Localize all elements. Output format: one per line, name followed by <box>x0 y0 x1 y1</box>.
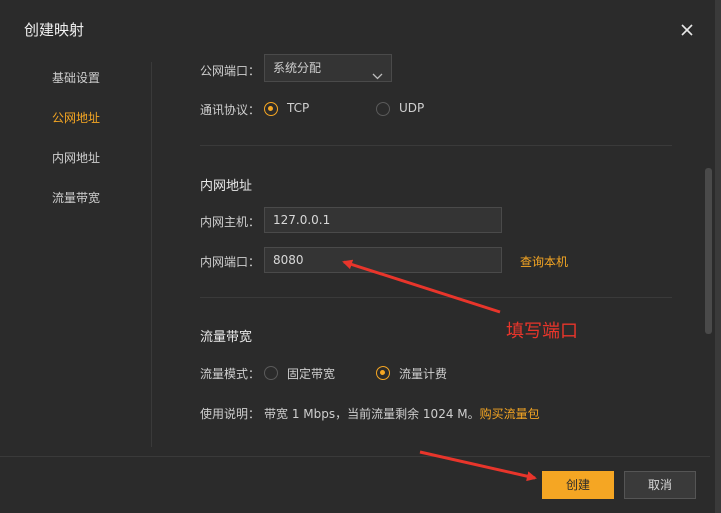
usage-label: 使用说明： <box>200 407 261 421</box>
close-icon[interactable] <box>676 19 698 41</box>
footer-divider <box>0 456 710 457</box>
cancel-button[interactable]: 取消 <box>624 471 696 499</box>
sidebar-item-basic-settings[interactable]: 基础设置 <box>52 69 100 86</box>
internal-port-input[interactable] <box>264 247 502 273</box>
sidebar-item-internal-address[interactable]: 内网地址 <box>52 149 100 166</box>
protocol-tcp-radio[interactable] <box>264 102 278 116</box>
scrollbar-thumb[interactable] <box>705 168 712 334</box>
internal-section-title: 内网地址 <box>200 179 253 194</box>
bandwidth-section-title: 流量带宽 <box>200 330 253 345</box>
window-edge <box>715 0 721 513</box>
sidebar-item-public-address[interactable]: 公网地址 <box>52 109 100 126</box>
sidebar-divider <box>151 62 152 447</box>
mode-traffic-label[interactable]: 流量计费 <box>399 365 447 382</box>
usage-note: 带宽 1 Mbps，当前流量剩余 1024 M。购买流量包 <box>264 405 540 422</box>
usage-text: 带宽 1 Mbps，当前流量剩余 1024 M。 <box>264 407 480 421</box>
internal-port-label: 内网端口： <box>200 255 261 269</box>
protocol-label: 通讯协议： <box>200 103 261 117</box>
protocol-udp-radio[interactable] <box>376 102 390 116</box>
internal-host-label: 内网主机： <box>200 215 261 229</box>
mode-fixed-label[interactable]: 固定带宽 <box>287 365 335 382</box>
chevron-down-icon <box>372 63 383 89</box>
annotation-label: 填写端口 <box>506 321 578 342</box>
section-divider <box>200 145 672 146</box>
internal-host-input[interactable] <box>264 207 502 233</box>
section-divider <box>200 297 672 298</box>
mode-traffic-radio[interactable] <box>376 366 390 380</box>
mode-fixed-radio[interactable] <box>264 366 278 380</box>
traffic-mode-label: 流量模式： <box>200 367 261 381</box>
protocol-tcp-label[interactable]: TCP <box>287 101 309 115</box>
dialog-title: 创建映射 <box>24 21 85 39</box>
sidebar-item-bandwidth[interactable]: 流量带宽 <box>52 189 100 206</box>
protocol-udp-label[interactable]: UDP <box>399 101 424 115</box>
buy-traffic-link[interactable]: 购买流量包 <box>480 407 540 421</box>
query-local-link[interactable]: 查询本机 <box>520 253 568 270</box>
public-port-label: 公网端口： <box>200 64 261 78</box>
public-port-select-value: 系统分配 <box>273 61 322 75</box>
create-button[interactable]: 创建 <box>542 471 614 499</box>
public-port-select[interactable]: 系统分配 <box>264 54 392 82</box>
